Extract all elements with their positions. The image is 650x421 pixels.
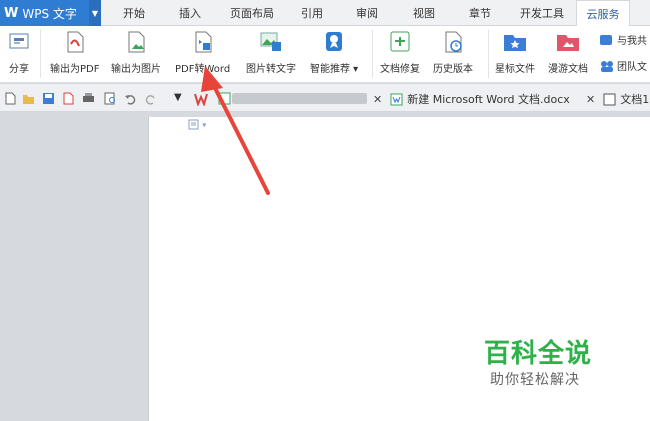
share-button[interactable]: 分享 xyxy=(6,30,32,75)
doc-repair-button[interactable]: 文档修复 xyxy=(380,30,420,75)
watermark-title: 百科全说 xyxy=(484,339,593,369)
doc-tab-document1[interactable]: ✕ 文档1 xyxy=(586,87,649,111)
new-doc-icon[interactable] xyxy=(4,92,17,105)
print-preview-icon[interactable] xyxy=(104,92,117,105)
ribbon: 分享 输出为PDF 输出为图片 PDF转Word 图片转文字 智能推荐 ▾ 文档… xyxy=(0,26,650,83)
blurred-doc-title xyxy=(232,93,367,104)
star-folder-icon xyxy=(504,35,526,51)
chevron-down-icon[interactable]: ▼ xyxy=(89,0,101,26)
page-layout-icon[interactable]: ▾ xyxy=(188,119,206,131)
watermark-subtitle: 助你轻松解决 xyxy=(490,372,580,388)
roam-docs-button[interactable]: 漫游文档 xyxy=(548,30,588,75)
tab-developer[interactable]: 开发工具 xyxy=(512,0,572,26)
pdf-to-word-button[interactable]: PDF转Word xyxy=(175,30,230,75)
redo-icon[interactable] xyxy=(144,92,157,105)
doc-tab-label: 新建 Microsoft Word 文档.docx xyxy=(407,93,570,106)
share-with-me-label: 与我共 xyxy=(617,36,647,47)
customize-dropdown-icon[interactable]: ▼ xyxy=(174,92,187,105)
print-icon[interactable] xyxy=(82,92,95,105)
starred-files-button[interactable]: 星标文件 xyxy=(495,30,535,75)
team-docs-label: 团队文 xyxy=(617,62,647,73)
share-icon xyxy=(9,33,29,49)
tab-page-layout[interactable]: 页面布局 xyxy=(222,0,282,26)
share-label: 分享 xyxy=(9,64,29,75)
divider xyxy=(40,30,41,78)
export-pdf-small-icon[interactable] xyxy=(62,92,75,105)
close-icon[interactable]: ✕ xyxy=(586,93,595,106)
pdf-to-word-label: PDF转Word xyxy=(175,64,231,75)
doc-tab-label: 文档1 xyxy=(620,93,650,106)
wps-logo-icon: W xyxy=(4,5,19,21)
share-users-icon xyxy=(600,34,612,45)
menu-bar: W WPS 文字 ▼ 开始 插入 页面布局 引用 审阅 视图 章节 开发工具 云… xyxy=(0,0,650,27)
starred-label: 星标文件 xyxy=(495,64,535,75)
word-doc-icon xyxy=(603,93,616,105)
undo-icon[interactable] xyxy=(124,92,137,105)
open-folder-icon[interactable] xyxy=(22,92,35,105)
history-button[interactable]: 历史版本 xyxy=(433,30,473,75)
tab-chapter[interactable]: 章节 xyxy=(458,0,502,26)
team-icon xyxy=(601,60,613,72)
export-pdf-label: 输出为PDF xyxy=(50,64,100,75)
doc-tab-icon xyxy=(218,92,231,105)
tab-home[interactable]: 开始 xyxy=(112,0,156,26)
save-icon[interactable] xyxy=(42,92,55,105)
pdf-file-icon xyxy=(67,31,84,53)
doc-repair-label: 文档修复 xyxy=(380,64,420,75)
repair-icon xyxy=(390,31,410,52)
divider xyxy=(488,30,489,78)
smart-recommend-button[interactable]: 智能推荐 ▾ xyxy=(310,30,358,75)
smart-recommend-label: 智能推荐 ▾ xyxy=(310,64,359,75)
history-icon xyxy=(445,31,462,53)
app-name: WPS 文字 xyxy=(22,6,77,21)
app-menu-button[interactable]: W WPS 文字 ▼ xyxy=(0,0,101,26)
wps-doc-icon[interactable] xyxy=(194,92,210,106)
quick-access-bar: ▼ ✕ 新建 Microsoft Word 文档.docx ✕ 文档1 xyxy=(0,84,650,112)
image-to-text-button[interactable]: 图片转文字 xyxy=(246,30,296,75)
tab-review[interactable]: 审阅 xyxy=(345,0,389,26)
close-icon[interactable]: ✕ xyxy=(373,93,382,106)
roam-docs-label: 漫游文档 xyxy=(548,64,588,75)
tab-references[interactable]: 引用 xyxy=(292,0,332,26)
image-file-icon xyxy=(128,31,145,53)
history-label: 历史版本 xyxy=(433,64,473,75)
team-docs-button[interactable]: 团队文 xyxy=(600,58,647,73)
export-pdf-button[interactable]: 输出为PDF xyxy=(50,30,99,75)
word-doc-icon xyxy=(390,93,403,105)
tab-insert[interactable]: 插入 xyxy=(168,0,212,26)
share-with-me-button[interactable]: 与我共 xyxy=(600,32,647,47)
image-to-text-label: 图片转文字 xyxy=(246,64,296,75)
recommend-icon xyxy=(326,32,343,51)
tab-cloud-service[interactable]: 云服务 xyxy=(576,0,630,27)
divider xyxy=(372,30,373,78)
export-image-label: 输出为图片 xyxy=(111,64,161,75)
image-to-text-icon xyxy=(260,32,281,51)
pdf-to-word-icon xyxy=(195,31,212,53)
tab-view[interactable]: 视图 xyxy=(402,0,446,26)
doc-tab-new-word[interactable]: ✕ 新建 Microsoft Word 文档.docx xyxy=(373,87,570,111)
roam-folder-icon xyxy=(557,35,579,51)
export-image-button[interactable]: 输出为图片 xyxy=(111,30,161,75)
